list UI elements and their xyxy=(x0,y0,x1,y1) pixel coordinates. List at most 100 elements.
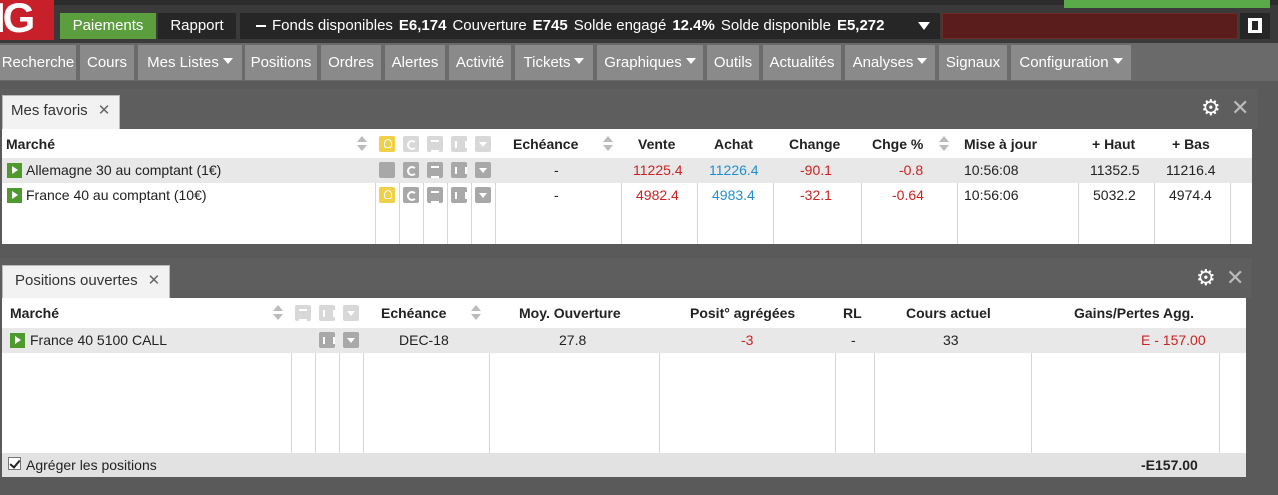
refresh-icon[interactable] xyxy=(403,162,419,178)
sort-icon[interactable] xyxy=(603,136,613,152)
menu-ordres[interactable]: Ordres xyxy=(321,45,381,80)
available-balance-value: E5,272 xyxy=(836,17,885,34)
tab-positions-ouvertes[interactable]: Positions ouvertes ✕ xyxy=(2,265,170,298)
sell-price[interactable]: 11225.4 xyxy=(633,158,683,183)
deal-button-strip[interactable] xyxy=(1064,0,1270,8)
col-expiry[interactable]: Echéance xyxy=(513,129,578,159)
market-name[interactable]: Allemagne 30 au comptant (1€) xyxy=(26,158,221,183)
close-tab-icon[interactable]: ✕ xyxy=(148,272,161,289)
current-price: 33 xyxy=(943,332,959,348)
rl: - xyxy=(851,332,856,348)
menu-tickets[interactable]: Tickets xyxy=(515,45,593,80)
favorites-grid: Marché Echéance Vente Achat Change Chge … xyxy=(2,129,1252,244)
tab-mes-favoris[interactable]: Mes favoris ✕ xyxy=(2,95,120,129)
menu-analyses[interactable]: Analyses xyxy=(845,45,935,80)
high: 11352.5 xyxy=(1090,162,1140,178)
sort-icon[interactable] xyxy=(939,136,949,152)
menu-label: Actualités xyxy=(769,54,835,71)
play-icon[interactable] xyxy=(10,333,25,348)
menu-mes-listes[interactable]: Mes Listes xyxy=(138,45,242,80)
play-icon[interactable] xyxy=(7,188,22,203)
menu-signaux[interactable]: Signaux xyxy=(939,45,1007,80)
market-name[interactable]: France 40 au comptant (10€) xyxy=(26,183,207,208)
payments-button[interactable]: Paiements xyxy=(60,13,156,39)
dropdown-icon[interactable] xyxy=(343,332,359,348)
close-panel-icon[interactable]: ✕ xyxy=(1231,97,1249,119)
total-pnl: -E157.00 xyxy=(1141,457,1198,473)
logo-text: IG xyxy=(0,0,35,40)
menu-outils[interactable]: Outils xyxy=(707,45,759,80)
sort-icon[interactable] xyxy=(357,136,367,152)
chart-icon[interactable] xyxy=(319,332,335,348)
expiry: - xyxy=(554,162,559,178)
buy-price[interactable]: 4983.4 xyxy=(712,183,755,208)
menu-actualites[interactable]: Actualités xyxy=(763,45,841,80)
chart-icon[interactable] xyxy=(451,187,467,203)
col-rl[interactable]: RL xyxy=(843,298,862,328)
collapse-icon[interactable] xyxy=(256,25,266,28)
chart-icon xyxy=(451,136,467,152)
document-icon[interactable] xyxy=(427,187,443,203)
col-low[interactable]: + Bas xyxy=(1172,129,1210,159)
market-name[interactable]: France 40 5100 CALL xyxy=(30,328,167,353)
col-aggregated[interactable]: Posit° agrégées xyxy=(690,298,795,328)
change-pct: -0.8 xyxy=(899,162,924,178)
report-button[interactable]: Rapport xyxy=(158,13,236,39)
funds-summary[interactable]: Fonds disponibles E6,174 Couverture E745 Sol… xyxy=(240,13,940,39)
menu-cours[interactable]: Cours xyxy=(80,45,134,80)
aggregate-label[interactable]: Agréger les positions xyxy=(26,453,157,477)
table-row[interactable]: France 40 5100 CALL DEC-18 27.8 -3 - 33 … xyxy=(2,328,1246,353)
menu-positions[interactable]: Positions xyxy=(245,45,317,80)
committed-value: 12.4% xyxy=(672,17,715,34)
dropdown-icon[interactable] xyxy=(475,187,491,203)
col-updated[interactable]: Mise à jour xyxy=(964,129,1037,159)
close-panel-icon[interactable]: ✕ xyxy=(1226,267,1244,289)
col-market[interactable]: Marché xyxy=(6,129,55,159)
bulb-icon[interactable] xyxy=(379,187,395,203)
sell-price[interactable]: 4982.4 xyxy=(636,183,679,208)
play-icon[interactable] xyxy=(7,163,22,178)
menu-label: Analyses xyxy=(852,54,914,71)
gear-icon[interactable]: ⚙ xyxy=(1201,97,1221,119)
chart-icon[interactable] xyxy=(451,162,467,178)
col-pnl[interactable]: Gains/Pertes Agg. xyxy=(1074,298,1194,328)
menu-graphiques[interactable]: Graphiques xyxy=(597,45,703,80)
col-change-pct[interactable]: Chge % xyxy=(872,129,923,159)
col-avg-open[interactable]: Moy. Ouverture xyxy=(519,298,621,328)
updated-time: 10:56:06 xyxy=(964,187,1019,203)
change-pct: -0.64 xyxy=(892,187,924,203)
bulb-icon[interactable] xyxy=(379,162,395,178)
col-sell[interactable]: Vente xyxy=(638,129,675,159)
document-icon xyxy=(427,136,443,152)
change: -90.1 xyxy=(800,162,832,178)
funds-dropdown-icon[interactable] xyxy=(918,22,930,30)
funds-available-value: E6,174 xyxy=(398,17,447,34)
menu-configuration[interactable]: Configuration xyxy=(1011,45,1131,80)
buy-price[interactable]: 11226.4 xyxy=(709,158,759,183)
chevron-down-icon xyxy=(685,58,696,64)
favorites-panel-header: Mes favoris ✕ ⚙ ✕ xyxy=(0,89,1258,129)
dropdown-icon xyxy=(343,305,359,321)
refresh-icon[interactable] xyxy=(403,187,419,203)
expiry: DEC-18 xyxy=(399,332,449,348)
table-row[interactable]: Allemagne 30 au comptant (1€) - 11225.4 … xyxy=(2,158,1252,183)
gear-icon[interactable]: ⚙ xyxy=(1196,267,1216,289)
menu-recherche[interactable]: Recherche xyxy=(0,45,76,80)
table-row[interactable]: France 40 au comptant (10€) - 4982.4 498… xyxy=(2,183,1252,208)
menu-label: Tickets xyxy=(523,54,571,71)
col-buy[interactable]: Achat xyxy=(714,129,753,159)
close-tab-icon[interactable]: ✕ xyxy=(98,102,111,119)
aggregate-checkbox[interactable] xyxy=(8,457,21,470)
col-change[interactable]: Change xyxy=(789,129,840,159)
col-current[interactable]: Cours actuel xyxy=(906,298,991,328)
col-market[interactable]: Marché xyxy=(10,298,59,328)
col-expiry[interactable]: Echéance xyxy=(381,298,446,328)
col-high[interactable]: + Haut xyxy=(1092,129,1135,159)
document-icon[interactable] xyxy=(427,162,443,178)
menu-activite[interactable]: Activité xyxy=(449,45,511,80)
sort-icon[interactable] xyxy=(273,305,283,321)
save-layout-icon[interactable] xyxy=(1240,13,1270,39)
menu-alertes[interactable]: Alertes xyxy=(385,45,445,80)
dropdown-icon[interactable] xyxy=(475,162,491,178)
sort-icon[interactable] xyxy=(471,305,481,321)
